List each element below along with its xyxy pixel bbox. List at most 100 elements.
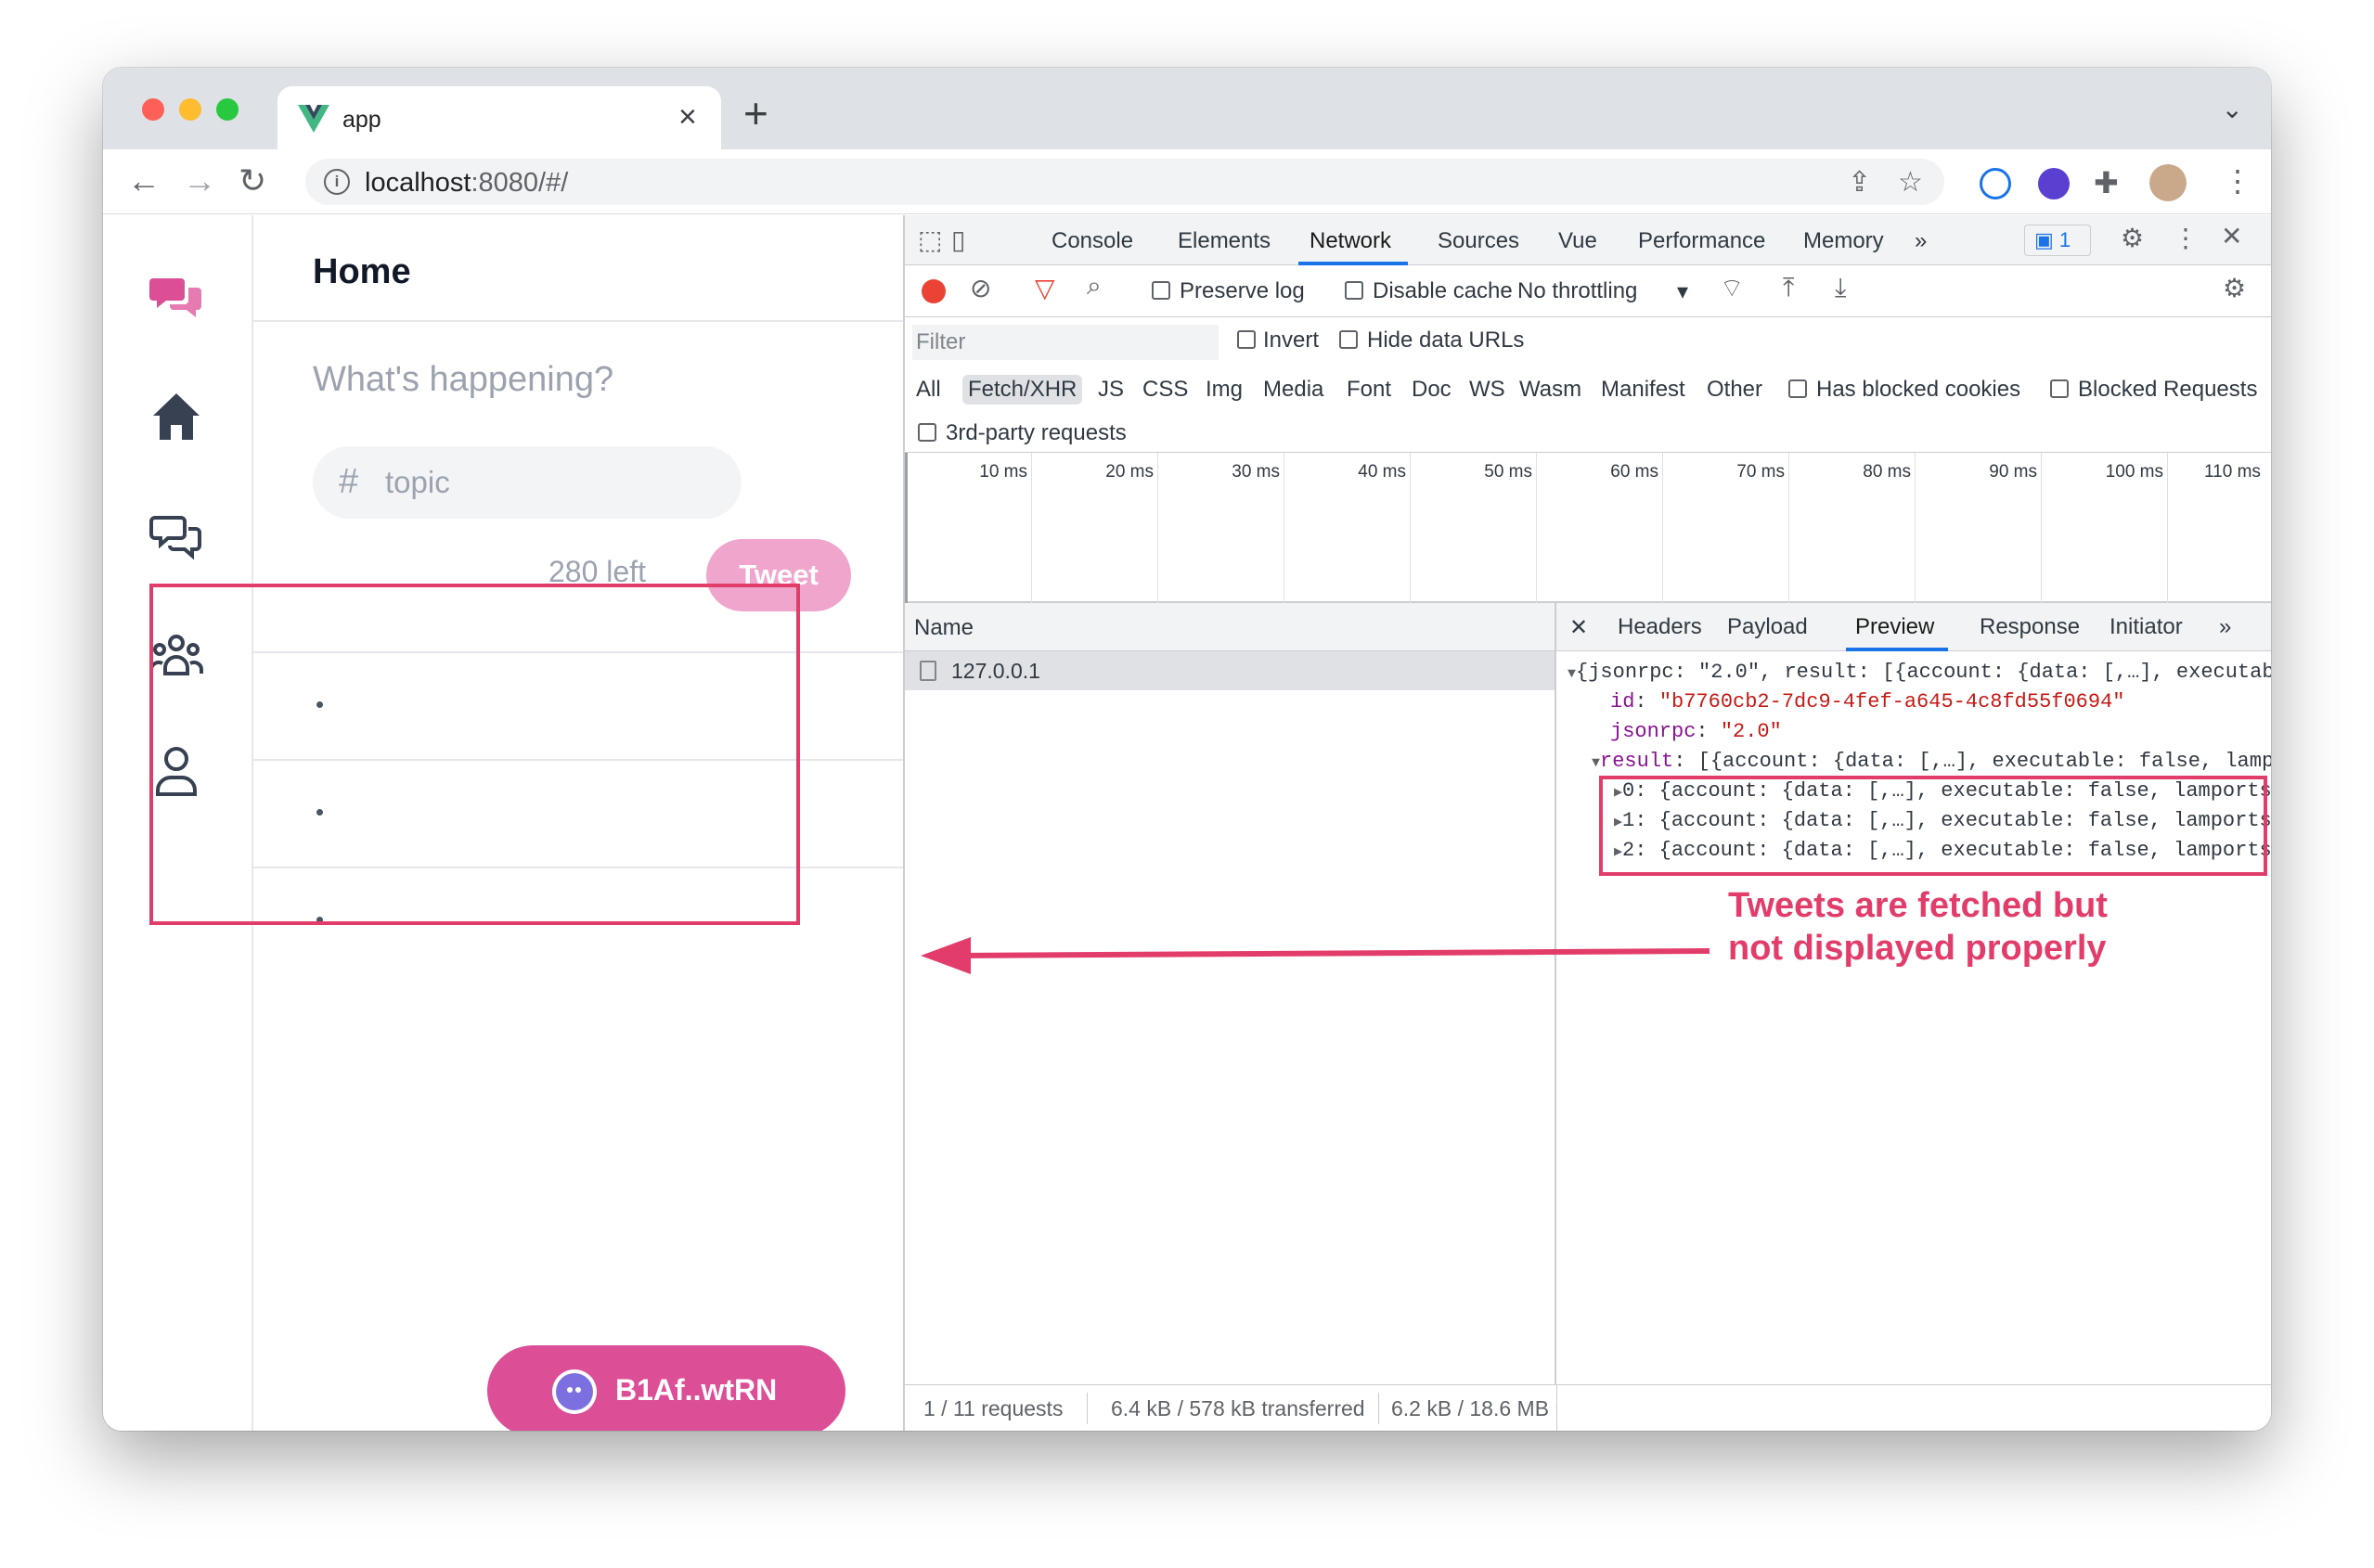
close-details-icon[interactable]: ✕ (1569, 614, 1588, 641)
wallet-button[interactable]: B1Af..wtRN (487, 1345, 845, 1431)
tab-bar: app × + ⌄ (103, 68, 2271, 151)
network-settings-icon[interactable]: ⚙ (2223, 273, 2246, 303)
devtools-menu-icon[interactable]: ⋮ (2173, 223, 2199, 253)
chrome-menu-icon[interactable]: ⋮ (2223, 162, 2252, 199)
timeline-tick-label: 110 ms (2204, 462, 2261, 482)
timeline-gridline (1410, 453, 1411, 603)
issues-badge[interactable]: ▣ 1 (2024, 225, 2091, 256)
close-devtools-icon[interactable]: ✕ (2221, 221, 2242, 251)
more-detail-tabs-icon[interactable]: » (2219, 614, 2231, 640)
tab-vue[interactable]: Vue (1558, 228, 1597, 254)
tab-headers[interactable]: Headers (1618, 614, 1702, 640)
annotation-text: Tweets are fetched but not displayed pro… (1728, 886, 2108, 968)
has-blocked-cookies-checkbox[interactable] (1788, 379, 1807, 398)
blocked-requests-checkbox[interactable] (2050, 379, 2069, 398)
export-har-icon[interactable]: ⤓ (1835, 273, 1846, 303)
request-count: 1 / 11 requests (923, 1396, 1064, 1420)
password-manager-extension-icon[interactable] (1980, 168, 2011, 199)
network-conditions-icon[interactable]: ⌔ (1720, 273, 1744, 305)
share-icon[interactable]: ⇪ (1848, 166, 1871, 199)
type-filter-wasm[interactable]: Wasm (1514, 375, 1587, 405)
clear-icon[interactable]: ⊘ (970, 273, 991, 303)
url-text[interactable]: localhost:8080/#/ (365, 168, 568, 199)
request-row[interactable]: 127.0.0.1 (905, 651, 1555, 690)
type-filter-other[interactable]: Other (1701, 375, 1768, 405)
type-filter-doc[interactable]: Doc (1406, 375, 1457, 405)
tab-search-chevron-icon[interactable]: ⌄ (2222, 94, 2243, 124)
device-toolbar-icon[interactable]: ▯ (951, 225, 965, 255)
invert-checkbox[interactable] (1237, 330, 1256, 349)
preview-root-line[interactable]: ▼{jsonrpc: "2.0", result: [{account: {da… (1568, 661, 2271, 684)
site-info-icon[interactable]: i (324, 169, 350, 195)
wallet-extension-icon[interactable] (2038, 168, 2070, 199)
type-filter-manifest[interactable]: Manifest (1595, 375, 1691, 405)
back-icon[interactable]: ← (127, 162, 161, 199)
bookmark-star-icon[interactable]: ☆ (1898, 166, 1923, 199)
timeline-tick-label: 30 ms (1232, 462, 1280, 482)
header-divider (253, 320, 903, 322)
type-filter-img[interactable]: Img (1200, 375, 1248, 405)
tab-memory[interactable]: Memory (1803, 228, 1884, 254)
throttling-dropdown-icon[interactable]: ▾ (1677, 278, 1688, 305)
profile-avatar[interactable] (2149, 164, 2187, 201)
disable-cache-checkbox[interactable] (1345, 281, 1363, 300)
messages-icon[interactable] (149, 510, 203, 564)
import-har-icon[interactable]: ⤒ (1783, 273, 1794, 303)
network-timeline[interactable]: 10 ms 20 ms 30 ms 40 ms 50 ms 60 ms 70 m… (905, 453, 2271, 603)
type-filter-font[interactable]: Font (1341, 375, 1397, 405)
tab-performance[interactable]: Performance (1638, 228, 1765, 254)
forward-icon[interactable]: → (183, 162, 216, 199)
chat-logo-icon[interactable] (149, 273, 203, 327)
fetched-tweets-highlight (1599, 776, 2267, 876)
more-tabs-icon[interactable]: » (1915, 228, 1927, 254)
third-party-checkbox[interactable] (918, 423, 936, 442)
throttling-select[interactable]: No throttling (1517, 278, 1637, 304)
hide-data-urls-checkbox[interactable] (1339, 330, 1358, 349)
home-icon[interactable] (149, 390, 203, 443)
tweet-composer-input[interactable]: What's happening? (313, 360, 613, 400)
type-filter-ws[interactable]: WS (1464, 375, 1511, 405)
settings-gear-icon[interactable]: ⚙ (2121, 223, 2144, 253)
invert-label: Invert (1263, 328, 1320, 353)
empty-tweets-highlight (149, 584, 800, 925)
status-separator (1556, 1385, 1557, 1431)
filter-funnel-icon[interactable]: ▽ (1035, 273, 1055, 303)
record-icon[interactable] (922, 279, 946, 303)
tab-network[interactable]: Network (1310, 228, 1391, 254)
status-separator (1378, 1393, 1379, 1424)
zoom-window-button[interactable] (216, 98, 239, 121)
search-icon[interactable]: ⌕ (1087, 271, 1102, 302)
tab-response[interactable]: Response (1980, 614, 2080, 640)
type-filter-js[interactable]: JS (1092, 375, 1129, 405)
third-party-label: 3rd-party requests (946, 420, 1127, 445)
name-column-header[interactable]: Name (905, 603, 1555, 651)
hashtag-icon: # (339, 462, 359, 501)
browser-tab[interactable]: app × (277, 86, 721, 151)
topic-input[interactable]: # topic (313, 446, 742, 519)
type-filter-all[interactable]: All (910, 375, 947, 405)
close-window-button[interactable] (142, 98, 164, 121)
tab-payload[interactable]: Payload (1727, 614, 1808, 640)
reload-icon[interactable]: ↻ (239, 162, 266, 199)
extensions-puzzle-icon[interactable]: ✚ (2094, 164, 2119, 201)
type-filter-fetch-xhr[interactable]: Fetch/XHR (962, 375, 1083, 405)
preserve-log-checkbox[interactable] (1152, 281, 1170, 300)
address-bar[interactable]: i localhost:8080/#/ ⇪ ☆ (305, 159, 1944, 205)
tab-preview[interactable]: Preview (1855, 614, 1934, 640)
type-filter-media[interactable]: Media (1258, 375, 1329, 405)
timeline-gridline (2041, 453, 2042, 603)
resources-size: 6.2 kB / 18.6 MB resources (1391, 1396, 1556, 1420)
tab-console[interactable]: Console (1052, 228, 1133, 254)
close-tab-icon[interactable]: × (678, 99, 697, 135)
tab-elements[interactable]: Elements (1178, 228, 1271, 254)
type-filter-css[interactable]: CSS (1137, 375, 1193, 405)
tab-initiator[interactable]: Initiator (2110, 614, 2183, 640)
preview-result-line[interactable]: ▼result: [{account: {data: [,…], executa… (1592, 750, 2271, 773)
new-tab-icon[interactable]: + (743, 92, 768, 135)
vue-logo-icon (298, 105, 329, 133)
inspect-element-icon[interactable]: ⬚ (918, 225, 942, 255)
filter-input[interactable]: Filter (912, 325, 1219, 360)
timeline-tick-label: 10 ms (979, 462, 1027, 482)
minimize-window-button[interactable] (179, 98, 201, 121)
tab-sources[interactable]: Sources (1438, 228, 1519, 254)
